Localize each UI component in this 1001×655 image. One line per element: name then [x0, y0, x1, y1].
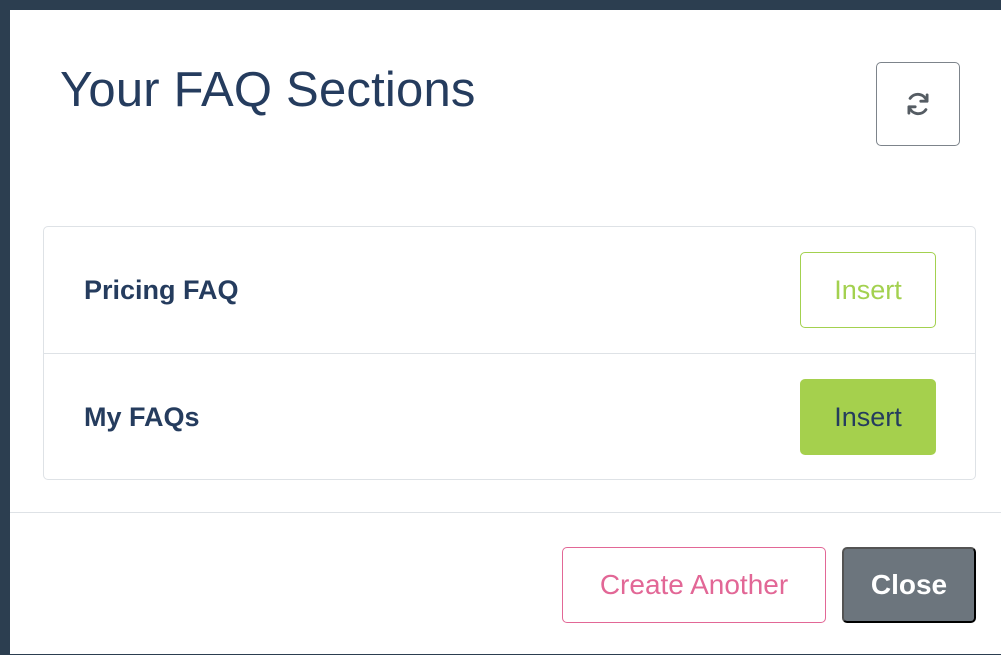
modal-title: Your FAQ Sections: [60, 63, 476, 117]
list-item: My FAQs Insert: [44, 353, 975, 479]
section-title: My FAQs: [84, 402, 200, 432]
close-button[interactable]: Close: [842, 547, 976, 623]
insert-button[interactable]: Insert: [800, 252, 936, 328]
list-item: Pricing FAQ Insert: [44, 227, 975, 353]
refresh-icon: [907, 92, 929, 116]
refresh-button[interactable]: [876, 62, 960, 146]
section-title: Pricing FAQ: [84, 275, 239, 305]
modal-header: Your FAQ Sections: [10, 10, 1001, 186]
modal-footer: Create Another Close: [10, 512, 1001, 654]
insert-button[interactable]: Insert: [800, 379, 936, 455]
faq-sections-modal: Your FAQ Sections Pricing FAQ Insert My …: [10, 10, 1001, 654]
faq-section-list: Pricing FAQ Insert My FAQs Insert: [43, 226, 976, 480]
create-another-button[interactable]: Create Another: [562, 547, 826, 623]
